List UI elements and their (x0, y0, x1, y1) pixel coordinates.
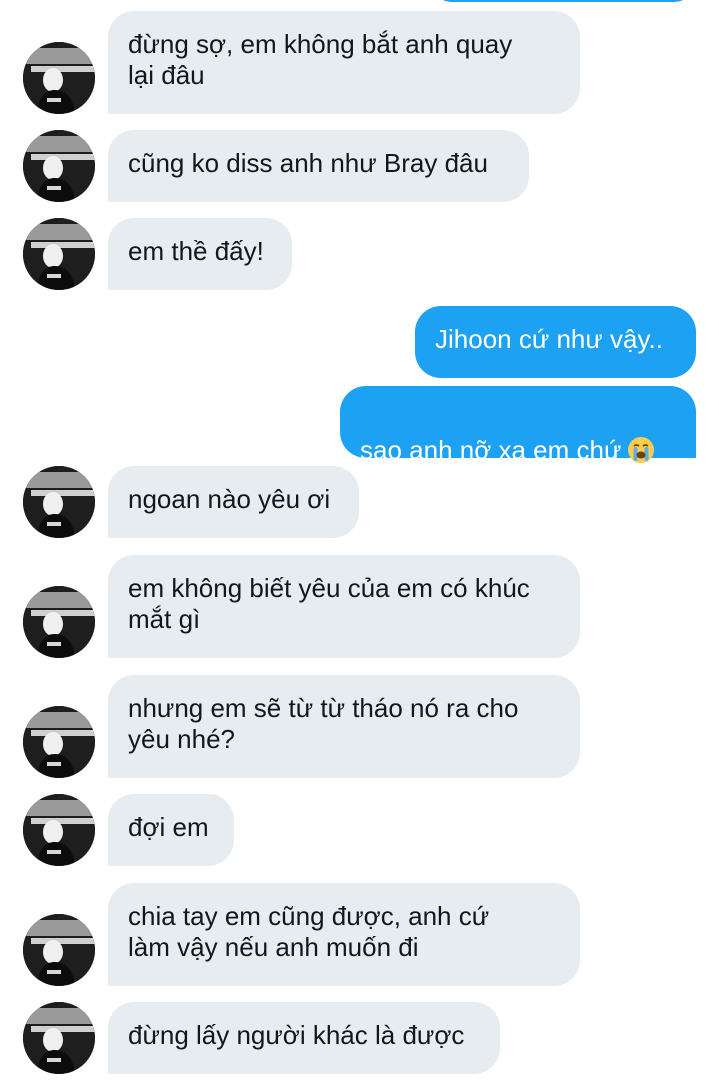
contact-avatar[interactable] (23, 466, 95, 538)
contact-avatar[interactable] (23, 794, 95, 866)
contact-avatar[interactable] (23, 130, 95, 202)
incoming-message-bubble[interactable]: cũng ko diss anh như Bray đâu (108, 130, 529, 202)
incoming-message-bubble[interactable]: em không biết yêu của em có khúc mắt gì (108, 555, 580, 658)
incoming-message-bubble[interactable]: chia tay em cũng được, anh cứ làm vậy nế… (108, 883, 580, 986)
incoming-message-bubble[interactable]: ngoan nào yêu ơi (108, 466, 359, 538)
contact-avatar[interactable] (23, 1002, 95, 1074)
contact-avatar[interactable] (23, 218, 95, 290)
incoming-message-bubble[interactable]: đừng sợ, em không bắt anh quay lại đâu (108, 11, 580, 114)
contact-avatar[interactable] (23, 914, 95, 986)
outgoing-message-text: sao anh nỡ xa em chứ (360, 435, 622, 465)
outgoing-message-bubble[interactable]: sao anh nỡ xa em chứ (340, 386, 696, 465)
contact-avatar[interactable] (23, 42, 95, 114)
incoming-message-bubble[interactable]: em thề đấy! (108, 218, 292, 290)
incoming-message-bubble[interactable]: nhưng em sẽ từ từ tháo nó ra cho yêu nhé… (108, 675, 580, 778)
incoming-message-bubble[interactable]: đợi em (108, 794, 234, 866)
incoming-message-bubble[interactable]: đừng lấy người khác là được (108, 1002, 500, 1074)
outgoing-message-bubble-partial[interactable] (430, 0, 696, 2)
loudly-crying-face-emoji (628, 437, 655, 463)
contact-avatar[interactable] (23, 706, 95, 778)
contact-avatar[interactable] (23, 586, 95, 658)
outgoing-message-bubble[interactable]: Jihoon cứ như vậy.. (415, 306, 696, 378)
